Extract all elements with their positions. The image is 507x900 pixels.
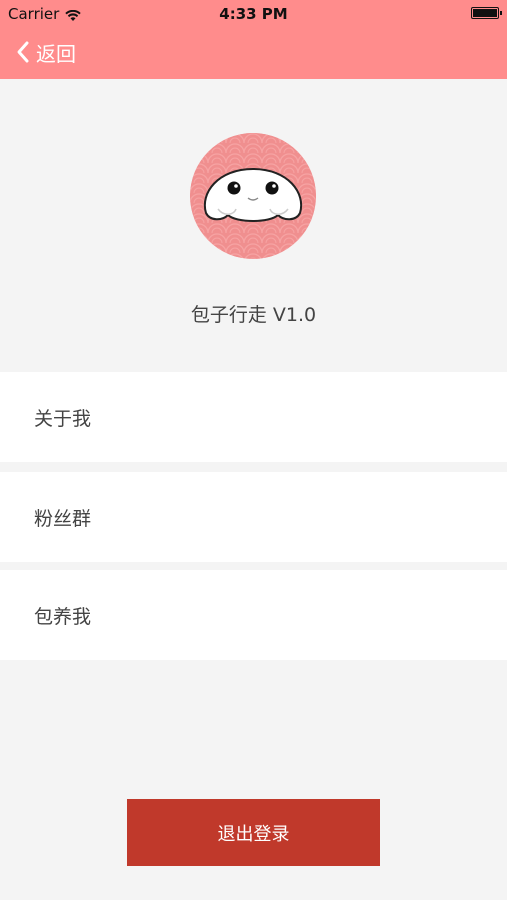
menu-item-about-me[interactable]: 关于我 bbox=[0, 372, 507, 462]
battery-icon bbox=[471, 7, 502, 19]
logout-button[interactable]: 退出登录 bbox=[127, 799, 380, 866]
menu-item-label: 关于我 bbox=[34, 407, 92, 430]
avatar[interactable] bbox=[190, 133, 316, 259]
menu-item-fan-group[interactable]: 粉丝群 bbox=[0, 472, 507, 562]
battery-level bbox=[473, 9, 497, 17]
menu-item-label: 粉丝群 bbox=[34, 507, 92, 530]
chevron-left-icon bbox=[17, 41, 29, 63]
logout-label: 退出登录 bbox=[217, 823, 290, 845]
back-label: 返回 bbox=[36, 41, 76, 66]
clock: 4:33 PM bbox=[219, 5, 288, 23]
bun-mascot-avatar bbox=[190, 133, 316, 259]
status-bar: Carrier 4:33 PM bbox=[0, 0, 507, 28]
app-version-label: 包子行走 V1.0 bbox=[190, 304, 317, 326]
menu-item-label: 包养我 bbox=[34, 605, 92, 628]
back-button[interactable]: 返回 bbox=[16, 38, 76, 66]
menu-item-support-me[interactable]: 包养我 bbox=[0, 570, 507, 660]
